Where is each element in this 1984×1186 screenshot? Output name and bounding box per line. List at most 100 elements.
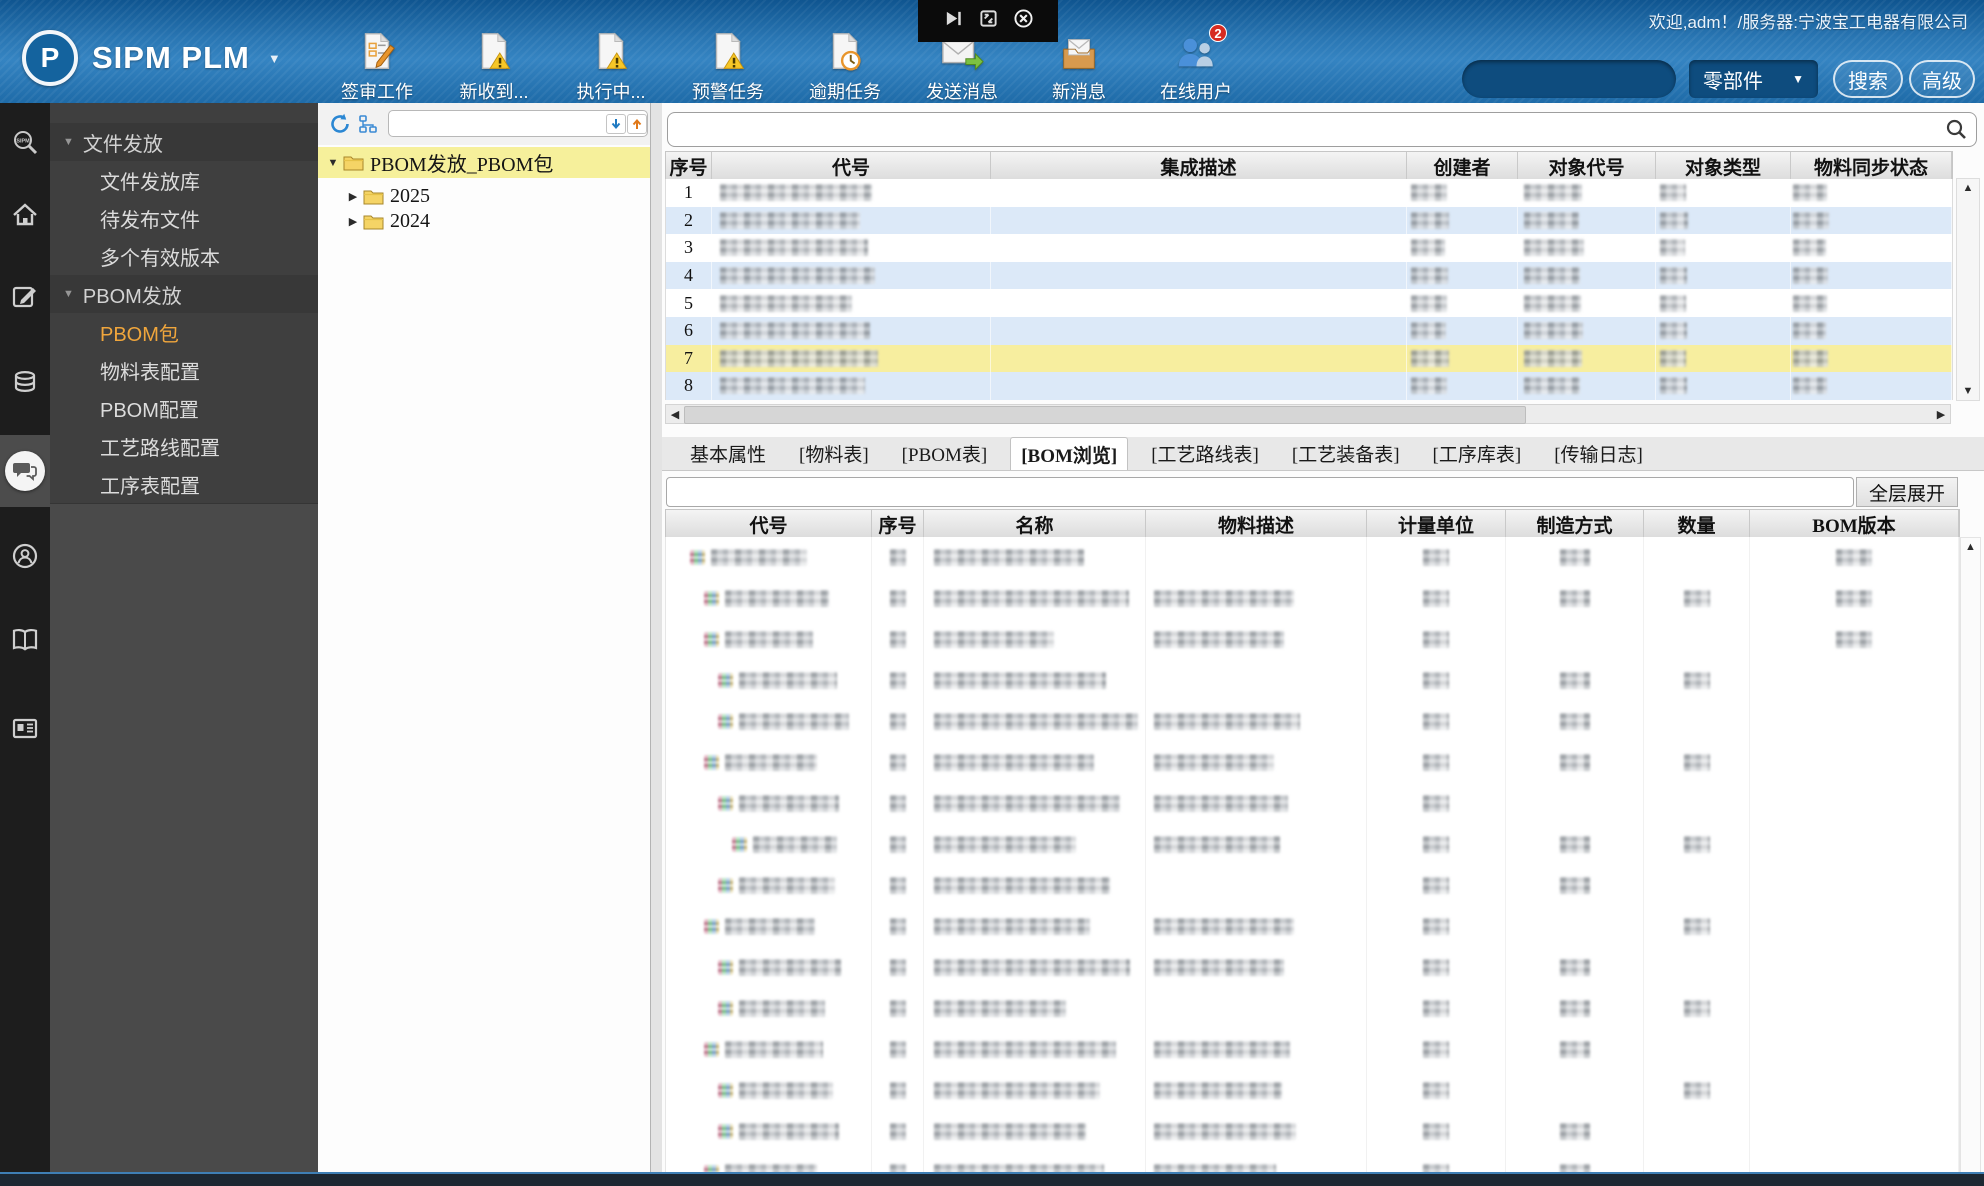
sidebar-item[interactable]: 工序表配置 bbox=[50, 465, 318, 503]
column-header[interactable]: 代号 bbox=[712, 152, 991, 180]
column-header[interactable]: 制造方式 bbox=[1506, 510, 1644, 538]
table-row[interactable] bbox=[666, 783, 1959, 824]
column-header[interactable]: 集成描述 bbox=[991, 152, 1407, 180]
table-row[interactable] bbox=[666, 1111, 1959, 1152]
column-header[interactable]: 对象代号 bbox=[1518, 152, 1656, 180]
column-header[interactable]: BOM版本 bbox=[1750, 510, 1959, 538]
table-row[interactable] bbox=[666, 906, 1959, 947]
expand-collapse-icon[interactable]: ▶ bbox=[346, 215, 360, 228]
column-header[interactable]: 创建者 bbox=[1407, 152, 1518, 180]
column-header[interactable]: 序号 bbox=[872, 510, 924, 538]
database-icon[interactable] bbox=[0, 361, 50, 405]
sidebar-item[interactable]: ▼ 文件发放 bbox=[50, 123, 318, 161]
table-row[interactable]: 3 bbox=[666, 234, 1952, 262]
refresh-icon[interactable] bbox=[328, 112, 352, 136]
toolbar-item-online-users[interactable]: 2 在线用户 bbox=[1151, 24, 1241, 104]
tab-物料表[interactable]: [物料表] bbox=[789, 437, 879, 470]
table-row[interactable] bbox=[666, 660, 1959, 701]
sidebar-item[interactable]: 工艺路线配置 bbox=[50, 427, 318, 465]
tree-node-child[interactable]: ▶ 2024 bbox=[318, 206, 650, 237]
tab-传输日志[interactable]: [传输日志] bbox=[1544, 437, 1653, 470]
edit-icon[interactable] bbox=[0, 275, 50, 319]
tab-PBOM表[interactable]: [PBOM表] bbox=[892, 437, 998, 470]
table-row[interactable] bbox=[666, 988, 1959, 1029]
column-header[interactable]: 名称 bbox=[924, 510, 1146, 538]
search-icon[interactable] bbox=[1945, 118, 1967, 140]
column-header[interactable]: 物料描述 bbox=[1146, 510, 1367, 538]
find-previous-icon[interactable] bbox=[627, 114, 647, 134]
sidebar-item[interactable]: 多个有效版本 bbox=[50, 237, 318, 275]
table-row[interactable] bbox=[666, 947, 1959, 988]
advanced-search-button[interactable]: 高级 bbox=[1909, 60, 1975, 98]
quick-search-input[interactable] bbox=[1462, 60, 1676, 98]
collapse-arrow-icon[interactable] bbox=[944, 9, 963, 33]
toolbar-item-doc-warning[interactable]: 新收到... bbox=[449, 30, 539, 104]
vertical-scrollbar[interactable]: ▲ ▼ bbox=[1956, 178, 1980, 401]
column-header[interactable]: 序号 bbox=[666, 152, 712, 180]
table-row[interactable]: 8 bbox=[666, 372, 1952, 400]
sidebar-item[interactable]: 物料表配置 bbox=[50, 351, 318, 389]
table-row[interactable]: 1 bbox=[666, 179, 1952, 207]
table-row[interactable]: 6 bbox=[666, 316, 1952, 345]
table-row[interactable] bbox=[666, 619, 1959, 660]
table-row[interactable]: 7 bbox=[666, 344, 1952, 373]
toolbar-item-doc-warning[interactable]: 预警任务 bbox=[683, 30, 773, 104]
find-next-icon[interactable] bbox=[606, 114, 626, 134]
search-category-dropdown[interactable]: 零部件 ▼ bbox=[1689, 60, 1818, 98]
table-row[interactable] bbox=[666, 742, 1959, 783]
scroll-up-icon[interactable]: ▲ bbox=[1961, 540, 1980, 554]
app-logo[interactable]: P SIPM PLM ▼ bbox=[22, 30, 281, 86]
sidebar-item[interactable]: 待发布文件 bbox=[50, 199, 318, 237]
scroll-up-icon[interactable]: ▲ bbox=[1957, 181, 1979, 195]
toolbar-item-doc-clock[interactable]: 逾期任务 bbox=[800, 30, 890, 104]
column-header[interactable]: 对象类型 bbox=[1656, 152, 1791, 180]
tab-基本属性[interactable]: 基本属性 bbox=[680, 437, 776, 470]
tab-工序库表[interactable]: [工序库表] bbox=[1423, 437, 1532, 470]
home-icon[interactable] bbox=[0, 193, 50, 237]
scroll-left-icon[interactable]: ◀ bbox=[666, 408, 684, 421]
id-card-icon[interactable] bbox=[0, 707, 50, 751]
toolbar-item-approval-doc[interactable]: 签审工作 bbox=[332, 30, 422, 104]
column-header[interactable]: 物料同步状态 bbox=[1791, 152, 1952, 180]
panel-divider[interactable] bbox=[651, 103, 662, 1174]
vertical-scrollbar[interactable]: ▲ bbox=[1960, 537, 1981, 1174]
table-row[interactable] bbox=[666, 578, 1959, 619]
sidebar-item[interactable]: PBOM包 bbox=[50, 313, 318, 351]
expand-collapse-icon[interactable]: ▶ bbox=[346, 190, 360, 203]
table-row[interactable]: 4 bbox=[666, 261, 1952, 290]
scrollbar-thumb[interactable] bbox=[684, 406, 1526, 424]
resize-window-icon[interactable] bbox=[979, 9, 998, 33]
tree-structure-icon[interactable] bbox=[358, 114, 378, 134]
table-row[interactable] bbox=[666, 865, 1959, 906]
tree-node-root[interactable]: ▼ PBOM发放_PBOM包 bbox=[318, 147, 650, 178]
tab-BOM浏览[interactable]: [BOM浏览] bbox=[1010, 437, 1129, 470]
toolbar-item-doc-warning[interactable]: 执行中... bbox=[566, 30, 656, 104]
expand-all-button[interactable]: 全层展开 bbox=[1856, 477, 1958, 507]
horizontal-scrollbar[interactable]: ◀ ▶ bbox=[665, 404, 1951, 424]
scroll-right-icon[interactable]: ▶ bbox=[1932, 408, 1950, 421]
search-button[interactable]: 搜索 bbox=[1833, 60, 1903, 98]
close-icon[interactable] bbox=[1013, 9, 1033, 33]
expand-collapse-icon[interactable]: ▼ bbox=[326, 157, 340, 169]
table-row[interactable] bbox=[666, 1152, 1959, 1174]
sidebar-item[interactable]: PBOM配置 bbox=[50, 389, 318, 427]
tab-工艺路线表[interactable]: [工艺路线表] bbox=[1141, 437, 1269, 470]
table-row[interactable] bbox=[666, 1029, 1959, 1070]
book-icon[interactable] bbox=[0, 618, 50, 662]
sipm-search-icon[interactable]: SIPM bbox=[0, 121, 50, 165]
column-header[interactable]: 代号 bbox=[666, 510, 872, 538]
scroll-down-icon[interactable]: ▼ bbox=[1957, 384, 1979, 398]
table-row[interactable] bbox=[666, 701, 1959, 742]
chevron-down-icon[interactable]: ▼ bbox=[268, 51, 281, 66]
table-row[interactable]: 5 bbox=[666, 289, 1952, 317]
chat-icon[interactable] bbox=[5, 451, 45, 491]
table-row[interactable] bbox=[666, 824, 1959, 865]
sidebar-item[interactable]: 文件发放库 bbox=[50, 161, 318, 199]
package-search-input[interactable] bbox=[667, 112, 1977, 147]
tab-工艺装备表[interactable]: [工艺装备表] bbox=[1282, 437, 1410, 470]
column-header[interactable]: 数量 bbox=[1644, 510, 1750, 538]
bom-filter-input[interactable] bbox=[666, 477, 1854, 507]
table-row[interactable] bbox=[666, 537, 1959, 578]
support-person-icon[interactable] bbox=[0, 534, 50, 578]
table-row[interactable] bbox=[666, 1070, 1959, 1111]
